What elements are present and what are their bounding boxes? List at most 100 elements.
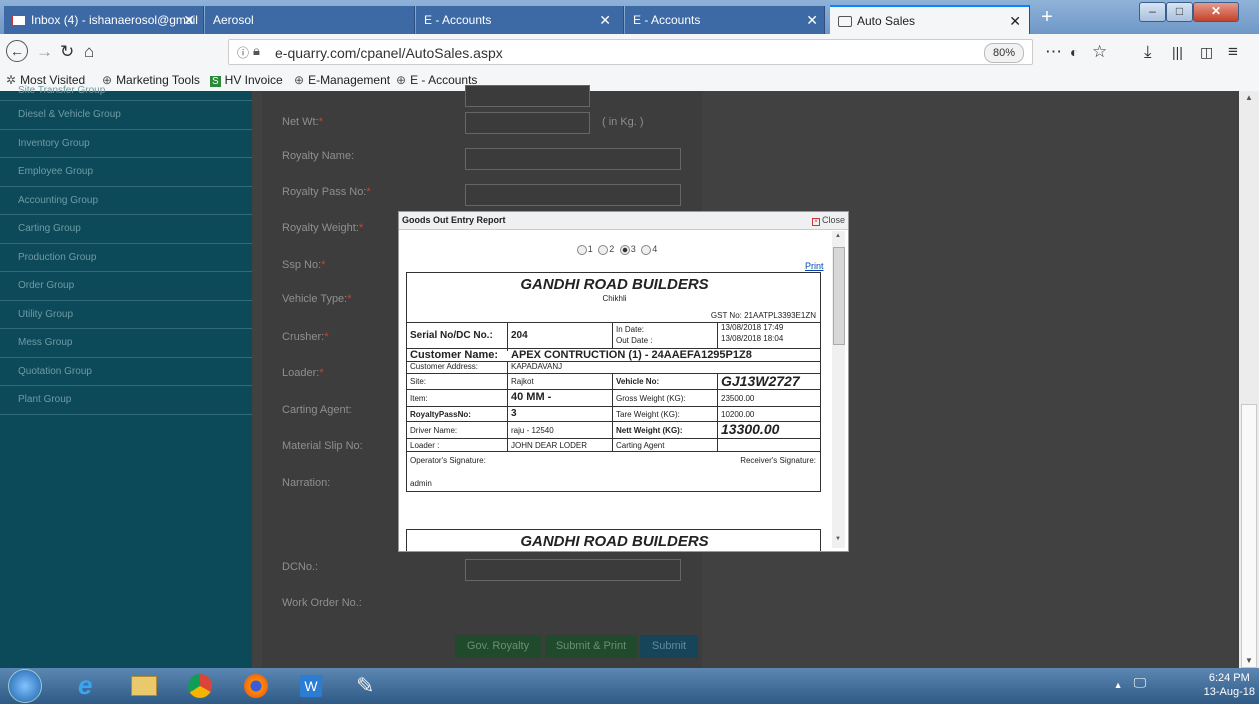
pocket-icon[interactable]: ◐ — [1070, 44, 1078, 60]
gmail-icon — [12, 15, 26, 27]
col-divider — [612, 373, 613, 451]
tray-arrow-icon[interactable]: ▲ — [1114, 678, 1123, 692]
sidebar-item-employee[interactable]: Employee Group — [0, 158, 252, 187]
minimize-button[interactable]: – — [1139, 2, 1166, 22]
royalty-name-input[interactable] — [465, 148, 681, 170]
tab-label: Auto Sales — [857, 14, 916, 28]
royalty-pass-no-input[interactable] — [465, 184, 681, 206]
ie-icon[interactable]: e — [62, 670, 114, 702]
url-bar[interactable]: ⓘ 🔒︎ e-quarry.com/cpanel/AutoSales.aspx … — [228, 39, 1033, 65]
tab-aerosol[interactable]: Aerosol — [205, 6, 415, 34]
sidebar-item-diesel-vehicle[interactable]: Diesel & Vehicle Group — [0, 101, 252, 130]
radio-1[interactable] — [576, 244, 587, 255]
page-scrollbar[interactable]: ▲ ▼ — [1239, 91, 1259, 668]
gst-number: GST No: 21AATPL3393E1ZN — [710, 311, 816, 320]
label-text: Ssp No: — [282, 259, 322, 271]
scroll-down-icon[interactable]: ▼ — [835, 536, 841, 542]
firefox-icon[interactable] — [230, 670, 282, 702]
scroll-up-icon[interactable]: ▲ — [835, 233, 841, 239]
more-icon[interactable]: ⋯ — [1045, 42, 1062, 62]
explorer-icon[interactable] — [118, 670, 170, 702]
start-icon[interactable] — [8, 669, 42, 703]
library-icon[interactable]: ||| — [1172, 44, 1183, 60]
nett-weight-label: Nett Weight (KG): — [616, 426, 683, 435]
network-icon[interactable]: 🖵︎ — [1134, 676, 1147, 690]
scroll-down-icon[interactable]: ▼ — [1245, 656, 1253, 665]
out-date-value: 13/08/2018 18:04 — [721, 334, 784, 343]
close-tab-icon[interactable]: ✕ — [806, 6, 818, 34]
back-icon[interactable]: ← — [6, 40, 28, 62]
sidebar-item-utility[interactable]: Utility Group — [0, 301, 252, 329]
paint-icon[interactable]: ✎ — [342, 670, 394, 702]
close-tab-icon[interactable]: ✕ — [183, 6, 195, 34]
sidebar-item-quotation[interactable]: Quotation Group — [0, 358, 252, 386]
sidebar-item-inventory[interactable]: Inventory Group — [0, 130, 252, 158]
insecure-icon[interactable]: 🔒︎ — [253, 43, 260, 59]
home-icon[interactable]: ⌂ — [84, 42, 94, 62]
chrome-icon[interactable] — [174, 670, 226, 702]
print-link[interactable]: Print — [805, 261, 824, 271]
radio-3[interactable] — [619, 244, 630, 255]
radio-label: 2 — [609, 244, 615, 254]
radio-2[interactable] — [598, 244, 609, 255]
gov-royalty-button[interactable]: Gov. Royalty — [455, 635, 541, 658]
royalty-weight-label: Royalty Weight:* — [282, 222, 363, 234]
clock-date[interactable]: 13-Aug-18 — [1204, 685, 1255, 699]
bookmark-e-management[interactable]: ⊕ E-Management — [294, 73, 390, 87]
work-order-no-label: Work Order No.: — [282, 597, 362, 609]
net-wt-label: Net Wt:* — [282, 116, 323, 128]
windows-taskbar: e W ✎ ▲ 🖵︎ 6:24 PM 13-Aug-18 — [0, 668, 1259, 704]
tab-e-accounts-2[interactable]: E - Accounts ✕ — [625, 6, 825, 34]
clock-time[interactable]: 6:24 PM — [1204, 671, 1255, 685]
scroll-up-icon[interactable]: ▲ — [1245, 93, 1253, 102]
sidebar-icon[interactable]: ◫ — [1200, 44, 1213, 61]
zoom-indicator[interactable]: 80% — [983, 43, 1024, 63]
close-window-button[interactable]: ✕ — [1193, 2, 1239, 22]
maximize-button[interactable]: □ — [1166, 2, 1193, 22]
receiver-signature-label: Receiver's Signature: — [740, 456, 816, 465]
close-tab-icon[interactable]: ✕ — [1009, 7, 1021, 35]
sidebar-item-site-transfer[interactable]: Site Transfer Group — [0, 81, 252, 101]
radio-4[interactable] — [641, 244, 652, 255]
crusher-label: Crusher:* — [282, 331, 328, 343]
new-tab-button[interactable]: + — [1037, 7, 1057, 28]
net-wt-input[interactable] — [465, 112, 590, 134]
info-icon[interactable]: ⓘ — [237, 44, 249, 61]
label-text: Net Wt: — [282, 116, 319, 128]
forward-icon[interactable]: → — [36, 42, 53, 62]
menu-icon[interactable]: ≡ — [1228, 42, 1238, 62]
star-icon[interactable]: ☆ — [1092, 42, 1107, 62]
word-icon[interactable]: W — [286, 670, 338, 702]
driver-label: Driver Name: — [410, 426, 458, 435]
sidebar-item-plant[interactable]: Plant Group — [0, 386, 252, 415]
dialog-close-button[interactable]: × Close — [811, 215, 845, 226]
dialog-scrollbar[interactable]: ▲ ▼ — [832, 231, 845, 548]
close-tab-icon[interactable]: ✕ — [599, 6, 611, 34]
submit-print-button[interactable]: Submit & Print — [545, 635, 637, 658]
globe-icon: ⊕ — [294, 73, 305, 87]
row-divider — [407, 406, 820, 407]
sidebar-item-accounting[interactable]: Accounting Group — [0, 187, 252, 215]
close-label: Close — [821, 215, 845, 225]
vehicle-type-label: Vehicle Type:* — [282, 293, 352, 305]
url-text[interactable]: e-quarry.com/cpanel/AutoSales.aspx — [275, 45, 503, 61]
sidebar-item-mess[interactable]: Mess Group — [0, 329, 252, 358]
top-input[interactable] — [465, 85, 590, 107]
tab-auto-sales[interactable]: Auto Sales ✕ — [830, 5, 1030, 35]
page-scroll-thumb[interactable] — [1241, 404, 1257, 668]
globe-icon: ⊕ — [396, 73, 407, 87]
dc-no-input[interactable] — [465, 559, 681, 581]
tab-e-accounts-1[interactable]: E - Accounts ✕ — [416, 6, 624, 34]
company-location: Chikhli — [602, 294, 627, 303]
operator-signature-label: Operator's Signature: — [410, 456, 486, 465]
tab-inbox[interactable]: Inbox (4) - ishanaerosol@gmail ✕ — [4, 6, 204, 34]
sidebar-item-order[interactable]: Order Group — [0, 272, 252, 301]
sidebar-item-production[interactable]: Production Group — [0, 244, 252, 272]
reload-icon[interactable]: ↻ — [60, 42, 74, 62]
sidebar-item-carting[interactable]: Carting Group — [0, 215, 252, 244]
download-icon[interactable]: ⤓ — [1144, 42, 1152, 62]
vehicle-value: GJ13W2727 — [721, 373, 800, 389]
dialog-scroll-thumb[interactable] — [833, 247, 845, 345]
loader-label: Loader:* — [282, 367, 324, 379]
submit-button[interactable]: Submit — [640, 635, 698, 658]
